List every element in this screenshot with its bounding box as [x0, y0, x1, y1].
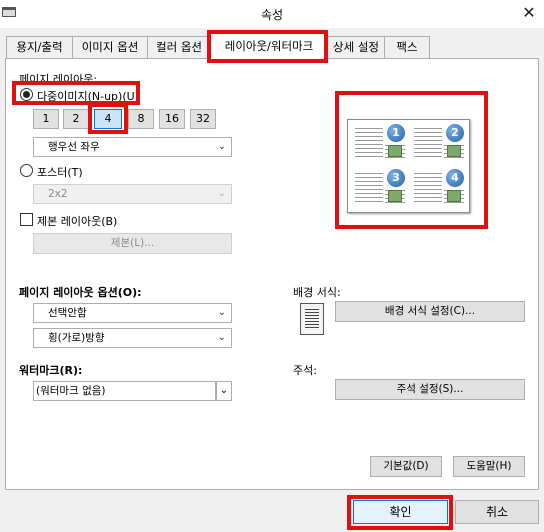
preview-page-1: 1: [352, 123, 408, 165]
layout-options-select-1[interactable]: 선택안함 ⌄: [33, 303, 232, 323]
nup-2-button[interactable]: 2: [63, 109, 89, 129]
chevron-down-icon: ⌄: [219, 385, 229, 396]
watermark-dropdown-button[interactable]: ⌄: [216, 381, 232, 401]
preview-page-4: 4: [411, 168, 467, 210]
background-label: 배경 서식:: [293, 286, 341, 299]
chevron-down-icon: ⌄: [217, 332, 226, 343]
preview-page-2: 2: [411, 123, 467, 165]
document-icon: [300, 303, 324, 335]
page-order-value: 행우선 좌우: [48, 141, 100, 153]
preview-number-1: 1: [387, 124, 405, 142]
layout-options-label: 페이지 레이아웃 옵션(O):: [19, 286, 142, 299]
poster-label: 포스터(T): [37, 166, 83, 179]
ok-button[interactable]: 확인: [353, 500, 448, 524]
layout-options-value-1: 선택안함: [48, 307, 87, 319]
nup-1-button[interactable]: 1: [33, 109, 59, 129]
image-icon: [447, 190, 461, 202]
watermark-label: 워터마크(R):: [19, 364, 83, 377]
poster-size-value: 2x2: [48, 188, 68, 200]
image-icon: [388, 190, 402, 202]
nup-radio[interactable]: [20, 88, 33, 101]
booklet-label: 제본 레이아웃(B): [37, 215, 118, 228]
image-icon: [388, 145, 402, 157]
tab-paper-output[interactable]: 용지/출력: [6, 36, 73, 58]
image-icon: [447, 145, 461, 157]
preview-page-3: 3: [352, 168, 408, 210]
tab-color-options[interactable]: 컬러 옵션: [147, 36, 211, 58]
booklet-button[interactable]: 제본(L)...: [33, 233, 232, 254]
nup-16-button[interactable]: 16: [159, 109, 185, 129]
chevron-down-icon: ⌄: [217, 141, 226, 152]
orientation-value: 횡(가로)방향: [48, 332, 105, 344]
layout-preview: 1 2 3 4: [347, 119, 470, 213]
nup-label: 다중이미지(N-up)(U): [37, 90, 139, 103]
chevron-down-icon: ⌄: [217, 188, 226, 199]
tab-layout-watermark[interactable]: 레이아웃/워터마크: [210, 33, 328, 59]
close-button[interactable]: ✕: [516, 2, 542, 24]
preview-number-2: 2: [446, 124, 464, 142]
tab-fax[interactable]: 팩스: [384, 36, 430, 58]
orientation-select[interactable]: 횡(가로)방향 ⌄: [33, 328, 232, 348]
watermark-select[interactable]: (워터마크 없음): [33, 381, 216, 401]
tab-image-options[interactable]: 이미지 옵션: [72, 36, 148, 58]
preview-number-4: 4: [446, 169, 464, 187]
chevron-down-icon: ⌄: [217, 307, 226, 318]
annotation-label: 주석:: [293, 364, 317, 377]
nup-32-button[interactable]: 32: [190, 109, 216, 129]
preview-number-3: 3: [387, 169, 405, 187]
cancel-button[interactable]: 취소: [455, 500, 539, 524]
defaults-button[interactable]: 기본값(D): [370, 456, 442, 477]
page-order-select[interactable]: 행우선 좌우 ⌄: [33, 137, 232, 157]
help-button[interactable]: 도움말(H): [453, 456, 525, 477]
poster-radio[interactable]: [20, 164, 33, 177]
poster-size-select[interactable]: 2x2 ⌄: [33, 184, 232, 204]
watermark-value: (워터마크 없음): [36, 385, 106, 397]
background-settings-button[interactable]: 배경 서식 설정(C)...: [335, 301, 525, 322]
booklet-checkbox[interactable]: [20, 213, 33, 226]
window-title: 속성: [260, 8, 284, 22]
annotation-settings-button[interactable]: 주석 설정(S)...: [335, 379, 525, 400]
page-layout-label: 페이지 레이아웃:: [19, 73, 98, 86]
nup-8-button[interactable]: 8: [128, 109, 154, 129]
tab-advanced-settings[interactable]: 상세 설정: [327, 36, 385, 58]
nup-4-button[interactable]: 4: [94, 109, 122, 129]
